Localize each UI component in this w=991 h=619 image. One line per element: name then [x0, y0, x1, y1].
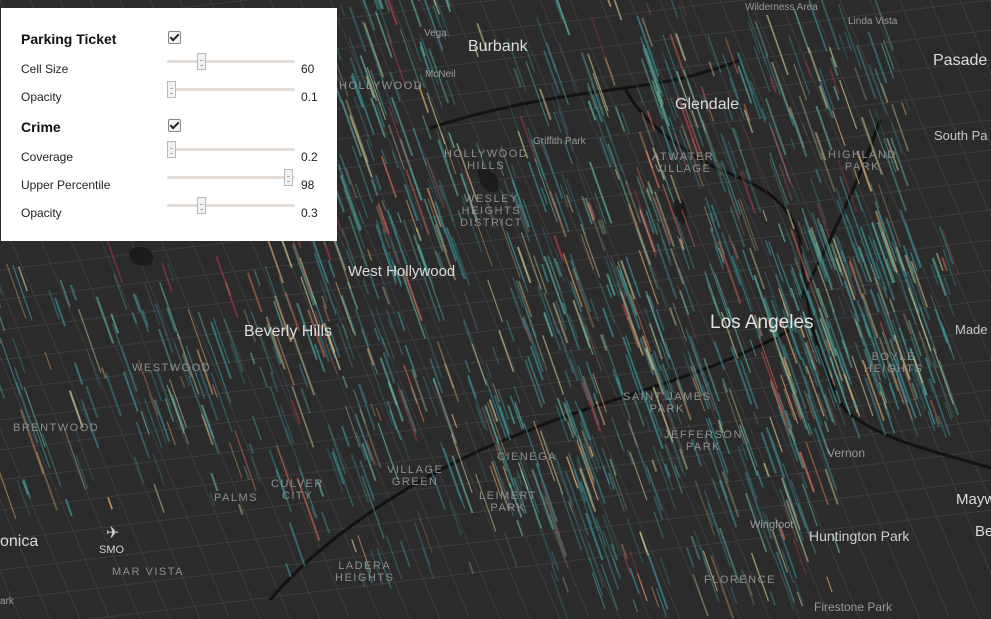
- crime-opacity-slider[interactable]: [167, 197, 295, 214]
- map-label-madera: Made: [955, 322, 988, 337]
- upper-percentile-label: Upper Percentile: [21, 178, 111, 192]
- map-label-leimert-park: LEIMERT PARK: [479, 490, 537, 514]
- map-label-hollywood: HOLLYWOOD: [339, 80, 424, 92]
- map-label-smo-airport: SMO: [99, 544, 125, 556]
- parking-opacity-slider-thumb[interactable]: [167, 81, 176, 98]
- crime-heading: Crime: [21, 119, 61, 135]
- cell-size-value: 60: [301, 62, 315, 76]
- map-label-mcneil: McNeil: [425, 69, 456, 80]
- parking-opacity-slider[interactable]: [167, 81, 295, 98]
- map-label-vega: Vega: [424, 28, 447, 39]
- map-label-highland-park: HIGHLAND PARK: [828, 149, 897, 173]
- parking-ticket-heading: Parking Ticket: [21, 31, 117, 47]
- map-label-wesley-heights: WESLEY HEIGHTS DISTRICT: [460, 193, 523, 229]
- map-label-burbank: Burbank: [468, 38, 528, 55]
- map-label-griffith-park: Griffith Park: [533, 136, 586, 147]
- coverage-slider[interactable]: [167, 141, 295, 158]
- coverage-label: Coverage: [21, 150, 74, 164]
- map-label-boyle-heights: BOYLE HEIGHTS: [864, 351, 924, 375]
- map-label-florence: FLORENCE: [704, 574, 776, 586]
- map-label-park-edge: ark: [0, 596, 14, 607]
- map-label-west-hollywood: West Hollywood: [348, 263, 456, 280]
- layer-control-panel: Parking Ticket Cell Size 60 Opacity 0.1 …: [1, 8, 337, 241]
- map-label-wilderness-area: Wilderness Area: [745, 2, 818, 13]
- cell-size-label: Cell Size: [21, 62, 69, 76]
- map-label-atwater-village: ATWATER VILLAGE: [652, 151, 715, 175]
- map-label-westwood: WESTWOOD: [132, 362, 212, 374]
- airport-icon: ✈: [106, 525, 120, 542]
- upper-percentile-slider-thumb[interactable]: [283, 169, 293, 186]
- parking-opacity-label: Opacity: [21, 90, 62, 104]
- upper-percentile-value: 98: [301, 178, 315, 192]
- crime-opacity-slider-thumb[interactable]: [196, 197, 206, 214]
- crime-checkbox[interactable]: [168, 119, 181, 132]
- map-label-los-angeles: Los Angeles: [710, 312, 814, 333]
- map-label-mar-vista: MAR VISTA: [112, 566, 184, 578]
- map-label-jefferson-park: JEFFERSON PARK: [664, 429, 743, 453]
- map-label-maywood: Mayw: [956, 491, 991, 508]
- map-label-vernon: Vernon: [827, 446, 866, 460]
- parking-ticket-checkbox[interactable]: [168, 31, 181, 44]
- map-label-culver-city: CULVER CITY: [271, 478, 324, 502]
- map-label-huntington-park: Huntington Park: [809, 528, 910, 544]
- map-label-saint-james-park: SAINT JAMES PARK: [623, 391, 712, 415]
- map-label-beverly-hills: Beverly Hills: [244, 323, 333, 340]
- map-label-hollywood-hills: HOLLYWOOD HILLS: [444, 148, 529, 172]
- map-label-south-pasadena: South Pa: [934, 128, 988, 143]
- map-label-santa-monica: onica: [0, 533, 39, 550]
- map-label-ladera-heights: LADERA HEIGHTS: [335, 560, 395, 584]
- coverage-slider-thumb[interactable]: [167, 141, 176, 158]
- cell-size-slider-thumb[interactable]: [196, 53, 206, 70]
- map-label-glendale: Glendale: [675, 96, 740, 113]
- coverage-value: 0.2: [301, 150, 318, 164]
- parking-opacity-value: 0.1: [301, 90, 318, 104]
- map-label-linda-vista: Linda Vista: [848, 16, 898, 27]
- map-label-palms: PALMS: [214, 492, 258, 504]
- map-label-bell: Be: [975, 523, 991, 540]
- map-label-village-green: VILLAGE GREEN: [387, 464, 444, 488]
- map-label-wingfoot: Wingfoot: [750, 519, 794, 531]
- upper-percentile-slider[interactable]: [167, 169, 295, 186]
- map-label-brentwood: BRENTWOOD: [13, 422, 100, 434]
- crime-opacity-value: 0.3: [301, 206, 318, 220]
- crime-opacity-label: Opacity: [21, 206, 62, 220]
- cell-size-slider[interactable]: [167, 53, 295, 70]
- map-label-cienega: CIENEGA: [497, 451, 558, 463]
- map-label-firestone-park: Firestone Park: [814, 600, 893, 614]
- map-label-pasadena: Pasade: [933, 52, 988, 69]
